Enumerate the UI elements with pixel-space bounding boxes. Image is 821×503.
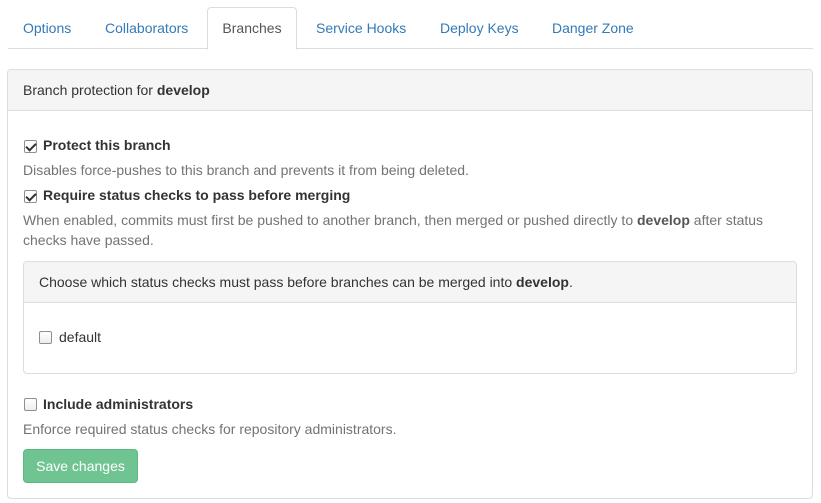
tab-branches[interactable]: Branches xyxy=(207,7,297,50)
choose-text: Choose which status checks must pass bef… xyxy=(39,274,517,290)
tab-options[interactable]: Options xyxy=(23,7,71,49)
tab-service-hooks[interactable]: Service Hooks xyxy=(316,7,406,49)
status-check-default-checkbox[interactable] xyxy=(39,331,52,344)
status-check-default-label[interactable]: default xyxy=(59,329,101,345)
tab-collaborators[interactable]: Collaborators xyxy=(105,7,188,49)
include-administrators-label[interactable]: Include administrators xyxy=(43,396,193,412)
protect-branch-checkbox[interactable] xyxy=(24,140,37,153)
panel-heading: Branch protection for develop xyxy=(8,70,812,111)
tab-deploy-keys[interactable]: Deploy Keys xyxy=(440,7,519,49)
status-checks-subpanel: Choose which status checks must pass bef… xyxy=(23,261,797,374)
branch-protection-panel: Branch protection for develop Protect th… xyxy=(7,69,813,499)
protect-branch-help: Disables force-pushes to this branch and… xyxy=(23,162,469,178)
status-checks-help-branch: develop xyxy=(637,212,690,228)
choose-suffix: . xyxy=(568,274,573,290)
status-checks-help-text: When enabled, commits must first be push… xyxy=(23,212,637,228)
tab-danger-zone[interactable]: Danger Zone xyxy=(552,7,634,49)
settings-tabs: Options Collaborators Branches Service H… xyxy=(8,7,813,50)
panel-heading-branch: develop xyxy=(156,82,210,98)
panel-heading-text: Branch protection for xyxy=(23,82,157,98)
include-administrators-checkbox[interactable] xyxy=(24,398,37,411)
status-checks-help-suffix: after status xyxy=(689,212,764,228)
save-changes-button[interactable]: Save changes xyxy=(23,449,138,483)
status-checks-subpanel-heading: Choose which status checks must pass bef… xyxy=(24,262,796,303)
include-administrators-help: Enforce required status checks for repos… xyxy=(23,421,397,437)
protect-branch-label[interactable]: Protect this branch xyxy=(43,137,171,153)
require-status-checks-checkbox[interactable] xyxy=(24,190,37,203)
require-status-checks-label[interactable]: Require status checks to pass before mer… xyxy=(43,187,350,203)
status-checks-help-line1: When enabled, commits must first be push… xyxy=(23,212,763,228)
status-checks-help-line2: checks have passed. xyxy=(23,232,154,248)
choose-branch: develop xyxy=(516,274,569,290)
